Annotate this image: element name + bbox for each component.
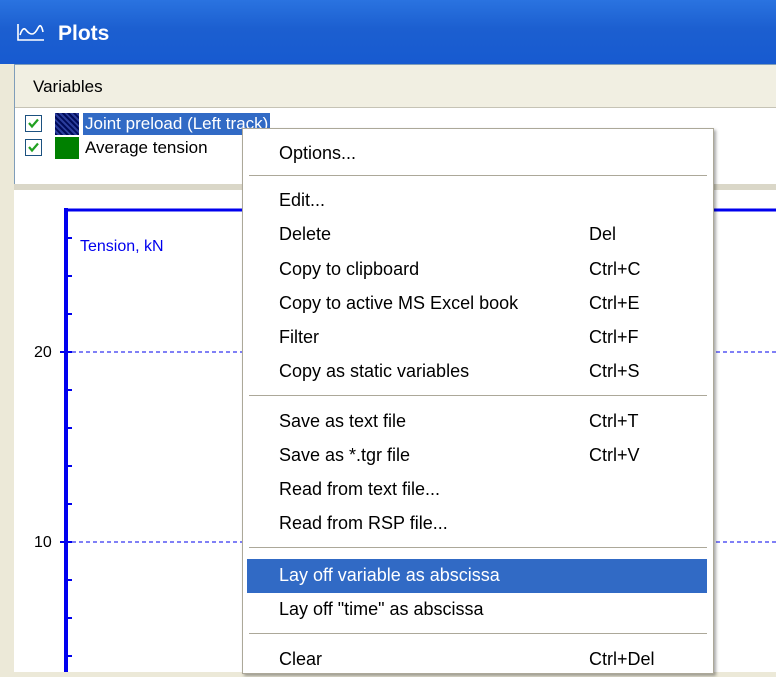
menu-item-label: Clear xyxy=(279,649,323,669)
variable-color-swatch xyxy=(55,113,79,135)
menu-item-save-as-text[interactable]: Save as text file Ctrl+T xyxy=(247,405,707,439)
menu-item-label: Save as *.tgr file xyxy=(279,445,411,465)
menu-separator xyxy=(249,633,707,634)
y-tick-label: 20 xyxy=(34,344,52,361)
menu-separator xyxy=(249,547,707,548)
variable-label[interactable]: Average tension xyxy=(83,137,210,159)
menu-item-label: Lay off variable as abscissa xyxy=(279,565,500,585)
variables-header-label: Variables xyxy=(33,77,103,96)
menu-item-shortcut: Ctrl+S xyxy=(589,361,640,381)
menu-item-copy-to-excel[interactable]: Copy to active MS Excel book Ctrl+E xyxy=(247,287,707,321)
menu-item-shortcut: Ctrl+V xyxy=(589,445,640,465)
menu-item-label: Filter xyxy=(279,327,319,347)
menu-item-label: Delete xyxy=(279,224,332,244)
menu-item-shortcut: Del xyxy=(589,224,617,244)
menu-item-shortcut: Ctrl+E xyxy=(589,293,640,313)
menu-item-label: Copy to clipboard xyxy=(279,259,420,279)
menu-item-copy-to-clipboard[interactable]: Copy to clipboard Ctrl+C xyxy=(247,253,707,287)
variables-header[interactable]: Variables xyxy=(15,65,776,108)
menu-item-read-text-file[interactable]: Read from text file... xyxy=(247,473,707,507)
menu-item-label: Options... xyxy=(279,143,357,163)
menu-item-label: Copy as static variables xyxy=(279,361,470,381)
menu-item-read-rsp-file[interactable]: Read from RSP file... xyxy=(247,507,707,541)
menu-separator xyxy=(249,395,707,396)
menu-item-label: Read from RSP file... xyxy=(279,513,448,533)
window-title: Plots xyxy=(58,22,110,45)
variable-color-swatch xyxy=(55,137,79,159)
menu-item-edit[interactable]: Edit... xyxy=(247,184,707,218)
menu-item-label: Copy to active MS Excel book xyxy=(279,293,519,313)
menu-item-label: Lay off "time" as abscissa xyxy=(279,599,484,619)
menu-item-shortcut: Ctrl+T xyxy=(589,411,639,431)
menu-item-label: Edit... xyxy=(279,190,326,210)
menu-item-save-as-tgr[interactable]: Save as *.tgr file Ctrl+V xyxy=(247,439,707,473)
context-menu: Options... Edit... Delete Del Copy to cl… xyxy=(242,128,714,674)
menu-item-lay-off-time-abscissa[interactable]: Lay off "time" as abscissa xyxy=(247,593,707,627)
menu-item-options[interactable]: Options... xyxy=(247,137,707,171)
menu-item-shortcut: Ctrl+Del xyxy=(589,649,655,669)
menu-item-shortcut: Ctrl+C xyxy=(589,259,641,279)
window-title-bar: Plots xyxy=(0,0,776,64)
menu-item-copy-as-static[interactable]: Copy as static variables Ctrl+S xyxy=(247,355,707,389)
menu-item-label: Save as text file xyxy=(279,411,407,431)
menu-item-delete[interactable]: Delete Del xyxy=(247,218,707,252)
menu-item-filter[interactable]: Filter Ctrl+F xyxy=(247,321,707,355)
y-axis-label: Tension, kN xyxy=(80,238,164,255)
menu-item-shortcut: Ctrl+F xyxy=(589,327,639,347)
menu-separator xyxy=(249,175,707,176)
menu-item-lay-off-variable-abscissa[interactable]: Lay off variable as abscissa xyxy=(247,559,707,593)
y-tick-label: 10 xyxy=(34,534,52,551)
menu-item-label: Read from text file... xyxy=(279,479,441,499)
variable-checkbox[interactable] xyxy=(25,115,42,132)
plot-icon xyxy=(16,22,46,47)
variable-checkbox[interactable] xyxy=(25,139,42,156)
